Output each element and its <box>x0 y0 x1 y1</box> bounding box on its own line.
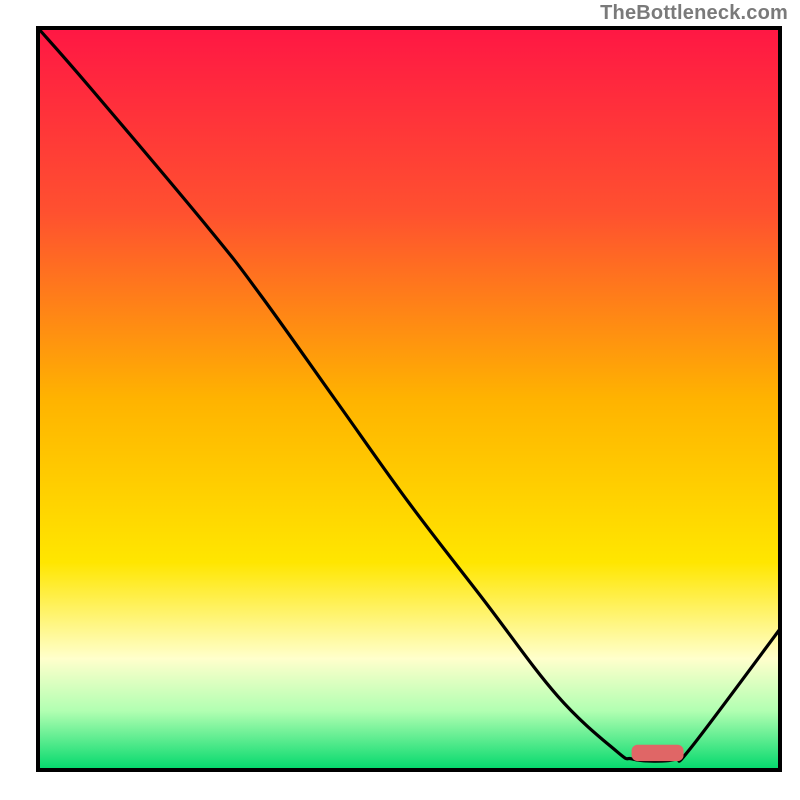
attribution-text: TheBottleneck.com <box>600 2 788 25</box>
optimal-marker <box>632 745 684 761</box>
plot-background <box>38 28 780 770</box>
bottleneck-chart <box>0 0 800 800</box>
chart-container: TheBottleneck.com <box>0 0 800 800</box>
